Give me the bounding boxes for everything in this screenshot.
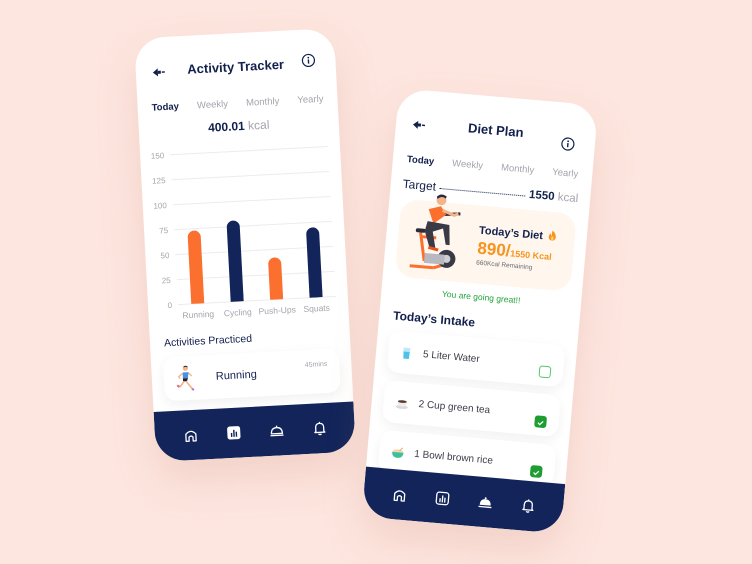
y-tick-label: 100 bbox=[153, 201, 167, 211]
activity-duration: 45mins bbox=[304, 360, 328, 370]
intake-label: 5 Liter Water bbox=[422, 348, 481, 365]
gridline bbox=[170, 146, 328, 156]
target-unit: kcal bbox=[557, 191, 579, 206]
rice-bowl-icon bbox=[392, 447, 404, 458]
y-tick-label: 75 bbox=[159, 226, 169, 235]
bottom-nav bbox=[153, 401, 356, 462]
intake-label: 2 Cup green tea bbox=[418, 398, 491, 416]
diet-plan-screen: Diet Plan Today Weekly Monthly Yearly Ta… bbox=[361, 88, 599, 534]
gridline bbox=[172, 195, 331, 206]
diet-info: Today’s Diet 890/1550 Kcal 660Kcal Remai… bbox=[476, 224, 558, 274]
tab-yearly[interactable]: Yearly bbox=[552, 166, 579, 179]
target-value: 1550 bbox=[528, 188, 556, 204]
consumed-kcal: 890/ bbox=[476, 238, 512, 261]
tab-yearly[interactable]: Yearly bbox=[297, 93, 324, 105]
bar-running[interactable] bbox=[187, 230, 204, 304]
y-tick-label: 150 bbox=[151, 151, 165, 161]
stats-icon[interactable] bbox=[225, 424, 242, 441]
target-value-group: 1550 kcal bbox=[529, 189, 579, 205]
x-tick-label: Running bbox=[182, 309, 214, 321]
activity-card-running[interactable]: Running 45mins bbox=[162, 348, 341, 402]
home-icon[interactable] bbox=[391, 486, 408, 503]
bell-icon[interactable] bbox=[519, 497, 536, 514]
tab-weekly[interactable]: Weekly bbox=[197, 98, 229, 111]
bar-base bbox=[230, 294, 244, 302]
intake-item-green-tea[interactable]: 2 Cup green tea bbox=[381, 380, 561, 438]
info-icon[interactable] bbox=[560, 136, 575, 151]
y-tick-label: 125 bbox=[152, 176, 166, 186]
y-tick-label: 0 bbox=[167, 301, 172, 310]
info-icon[interactable] bbox=[301, 53, 316, 68]
activity-bar-chart: 0 25 50 75 100 125 150 Running Cycling Push-Ups Sq… bbox=[140, 138, 349, 328]
activity-name: Running bbox=[215, 368, 258, 383]
intake-checkbox[interactable] bbox=[529, 465, 543, 479]
tab-monthly[interactable]: Monthly bbox=[501, 162, 535, 176]
tab-weekly[interactable]: Weekly bbox=[452, 158, 484, 172]
y-tick-label: 50 bbox=[160, 251, 170, 260]
water-glass-icon bbox=[403, 346, 411, 359]
tab-today[interactable]: Today bbox=[406, 154, 434, 167]
bell-icon[interactable] bbox=[311, 420, 328, 437]
y-tick-label: 25 bbox=[162, 276, 172, 285]
activity-tracker-screen: Activity Tracker Today Weekly Monthly Ye… bbox=[134, 28, 356, 462]
x-tick-label: Squats bbox=[303, 303, 330, 314]
bar-base bbox=[269, 292, 284, 300]
intake-label: 1 Bowl brown rice bbox=[413, 448, 494, 467]
tab-today[interactable]: Today bbox=[151, 101, 179, 113]
bar-chart-svg: 0 25 50 75 100 125 150 Running Cycling Push-Ups Sq… bbox=[151, 146, 336, 321]
calories-total: 400.01 kcal bbox=[139, 114, 339, 138]
flame-icon bbox=[548, 230, 557, 241]
tab-monthly[interactable]: Monthly bbox=[246, 96, 280, 109]
intake-list: 5 Liter Water 2 Cup green tea 1 Bowl bro… bbox=[366, 329, 578, 488]
bar-base bbox=[190, 296, 205, 304]
intake-item-water[interactable]: 5 Liter Water bbox=[386, 330, 566, 388]
todays-diet-card: Today’s Diet 890/1550 Kcal 660Kcal Remai… bbox=[394, 194, 577, 292]
bar-cycling[interactable] bbox=[226, 220, 244, 302]
bar-base bbox=[309, 290, 323, 298]
gridline bbox=[174, 220, 332, 231]
exercise-bike-illustration bbox=[409, 194, 461, 270]
stats-icon[interactable] bbox=[433, 490, 450, 507]
home-icon[interactable] bbox=[182, 427, 199, 444]
x-tick-label: Push-Ups bbox=[258, 304, 296, 316]
intake-checkbox[interactable] bbox=[534, 415, 548, 429]
intake-checkbox[interactable] bbox=[538, 365, 552, 379]
tea-cup-icon bbox=[395, 399, 408, 409]
goal-kcal: 1550 Kcal bbox=[509, 248, 553, 263]
calories-unit: kcal bbox=[247, 117, 270, 133]
bar-squats[interactable] bbox=[306, 227, 323, 298]
activities-section-title: Activities Practiced bbox=[163, 332, 253, 350]
check-icon bbox=[533, 470, 540, 476]
food-cloche-icon[interactable] bbox=[268, 422, 285, 439]
x-tick-label: Cycling bbox=[224, 307, 253, 318]
runner-icon bbox=[176, 365, 195, 391]
calories-value: 400.01 bbox=[207, 118, 246, 135]
gridline bbox=[171, 170, 330, 181]
food-cloche-icon[interactable] bbox=[476, 493, 493, 510]
header: Activity Tracker bbox=[134, 28, 337, 98]
check-icon bbox=[537, 420, 544, 426]
